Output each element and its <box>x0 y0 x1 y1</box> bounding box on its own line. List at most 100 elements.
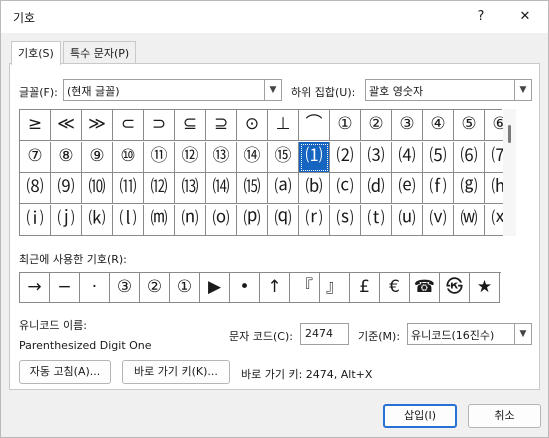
symbol-cell[interactable]: ⒰ <box>392 204 423 236</box>
recent-symbol-cell[interactable]: ↑ <box>260 273 290 303</box>
recent-symbol-cell[interactable]: ㉿ <box>440 273 470 303</box>
symbol-cell[interactable]: ⑿ <box>144 173 175 204</box>
recent-symbol-cell[interactable]: ① <box>170 273 200 303</box>
symbol-cell[interactable]: ⊥ <box>268 110 299 141</box>
help-button[interactable]: ? <box>462 1 500 33</box>
symbol-cell[interactable]: ⊇ <box>206 110 237 141</box>
subset-select[interactable]: 괄호 영숫자 ▼ <box>365 79 532 101</box>
chevron-down-icon[interactable]: ▼ <box>514 324 531 344</box>
symbol-cell[interactable]: ⑹ <box>454 141 485 173</box>
symbol-cell[interactable]: ⒮ <box>330 204 361 236</box>
basis-select[interactable]: 유니코드(16진수) ▼ <box>407 323 532 345</box>
symbol-cell[interactable]: ⒲ <box>454 204 485 236</box>
symbol-cell[interactable]: ⒁ <box>206 173 237 204</box>
symbol-cell[interactable]: ⑷ <box>392 141 423 173</box>
symbol-cell[interactable]: ⒫ <box>237 204 268 236</box>
symbol-cell[interactable]: ⒭ <box>299 204 330 236</box>
char-code-field[interactable]: 2474 <box>300 323 349 345</box>
recent-symbol-cell[interactable]: ② <box>140 273 170 303</box>
shortcut-key-button[interactable]: 바로 가기 키(K)... <box>122 360 230 384</box>
char-code-label: 문자 코드(C): <box>229 330 293 343</box>
symbol-cell[interactable]: ⒂ <box>237 173 268 204</box>
symbol-cell[interactable]: ⑽ <box>82 173 113 204</box>
symbol-cell[interactable]: ⒯ <box>361 204 392 236</box>
symbol-cell[interactable]: ⒦ <box>82 204 113 236</box>
symbol-grid: ≥ ≪ ≫ ⊂ ⊃ ⊆ ⊇ ⊙ ⊥ ⌒ ① ② ③ ④ ⑤ ⑥ ⑦ ⑧ ⑨ ⑩ ⑪ ⑫ ⑬ ⑭ ⑮ ⑴ ⑵ ⑶ ⑷ ⑸ ⑹ ⑺ ⑻ ⑼ ⑽ ⑾ ⑿ ⒀ ⒁ ⒂… <box>19 109 516 236</box>
symbol-cell[interactable]: ⑶ <box>361 141 392 173</box>
font-label: 글꼴(F): <box>19 86 58 99</box>
symbol-cell[interactable]: ⊆ <box>175 110 206 141</box>
symbol-cell[interactable]: ⑮ <box>268 141 299 173</box>
symbol-cell[interactable]: ⊙ <box>237 110 268 141</box>
symbol-cell[interactable]: ⒪ <box>206 204 237 236</box>
symbol-cell[interactable]: ⑦ <box>20 141 51 173</box>
symbol-cell[interactable]: ⒞ <box>330 173 361 204</box>
symbol-cell[interactable]: ⒠ <box>392 173 423 204</box>
symbol-cell[interactable]: ⒜ <box>268 173 299 204</box>
symbol-cell[interactable]: ⒢ <box>454 173 485 204</box>
symbol-cell[interactable]: ⒩ <box>175 204 206 236</box>
symbol-cell[interactable]: ≥ <box>20 110 51 141</box>
symbol-cell[interactable]: ⌒ <box>299 110 330 141</box>
dialog-title: 기호 <box>13 11 36 25</box>
symbol-cell[interactable]: ≪ <box>51 110 82 141</box>
symbol-cell[interactable]: ⒨ <box>144 204 175 236</box>
symbol-cell[interactable]: ⑫ <box>175 141 206 173</box>
recent-symbol-cell[interactable]: ▶ <box>200 273 230 303</box>
recent-symbol-cell[interactable]: 『 <box>290 273 320 303</box>
close-button[interactable]: ✕ <box>506 1 544 33</box>
symbol-cell[interactable]: ⊃ <box>144 110 175 141</box>
symbol-cell[interactable]: ① <box>330 110 361 141</box>
symbol-cell[interactable]: ⑸ <box>423 141 454 173</box>
symbol-cell[interactable]: ⑪ <box>144 141 175 173</box>
symbol-cell[interactable]: ⒱ <box>423 204 454 236</box>
symbol-grid-scrollbar[interactable] <box>503 109 516 236</box>
title-bar: 기호 ? ✕ <box>1 1 548 33</box>
recent-symbols-label: 최근에 사용한 기호(R): <box>19 253 127 266</box>
recent-symbol-cell[interactable]: → <box>20 273 50 303</box>
recent-symbol-cell[interactable]: ☎ <box>410 273 440 303</box>
chevron-down-icon[interactable]: ▼ <box>514 80 531 100</box>
symbol-cell[interactable]: ⒧ <box>113 204 144 236</box>
insert-button[interactable]: 삽입(I) <box>383 404 457 428</box>
symbol-cell[interactable]: ⒬ <box>268 204 299 236</box>
recent-symbol-cell[interactable]: • <box>230 273 260 303</box>
cancel-button[interactable]: 취소 <box>468 404 541 428</box>
symbol-cell[interactable]: ⑵ <box>330 141 361 173</box>
recent-symbol-cell[interactable]: ③ <box>110 273 140 303</box>
recent-symbol-cell[interactable]: · <box>80 273 110 303</box>
symbol-cell[interactable]: ④ <box>423 110 454 141</box>
symbol-cell[interactable]: ⑨ <box>82 141 113 173</box>
symbol-cell[interactable]: ⑼ <box>51 173 82 204</box>
recent-symbol-cell[interactable]: € <box>380 273 410 303</box>
scrollbar-thumb[interactable] <box>508 125 511 143</box>
symbol-cell[interactable]: ⑩ <box>113 141 144 173</box>
symbol-cell[interactable]: ⑾ <box>113 173 144 204</box>
tab-symbols[interactable]: 기호(S) <box>11 41 61 65</box>
recent-symbol-cell[interactable]: ★ <box>470 273 500 303</box>
symbol-cell[interactable]: ⒥ <box>51 204 82 236</box>
symbol-cell[interactable]: ⑤ <box>454 110 485 141</box>
symbol-cell[interactable]: ⑻ <box>20 173 51 204</box>
autocorrect-button[interactable]: 자동 고침(A)... <box>19 360 111 384</box>
font-select[interactable]: (현재 글꼴) ▼ <box>63 79 282 101</box>
chevron-down-icon[interactable]: ▼ <box>264 80 281 100</box>
symbol-cell[interactable]: ⒡ <box>423 173 454 204</box>
symbol-cell[interactable]: ⒤ <box>20 204 51 236</box>
symbol-cell[interactable]: ⑬ <box>206 141 237 173</box>
tab-special-characters[interactable]: 특수 문자(P) <box>63 41 137 63</box>
recent-symbol-cell[interactable]: £ <box>350 273 380 303</box>
symbol-cell[interactable]: ⑧ <box>51 141 82 173</box>
recent-symbol-cell[interactable]: − <box>50 273 80 303</box>
symbol-cell[interactable]: ≫ <box>82 110 113 141</box>
recent-symbol-cell[interactable]: 』 <box>320 273 350 303</box>
symbol-cell[interactable]: ⒝ <box>299 173 330 204</box>
symbol-cell[interactable]: ⒀ <box>175 173 206 204</box>
symbol-cell[interactable]: ⑴ <box>299 141 330 173</box>
symbol-cell[interactable]: ② <box>361 110 392 141</box>
symbol-cell[interactable]: ⒟ <box>361 173 392 204</box>
symbol-cell[interactable]: ③ <box>392 110 423 141</box>
symbol-cell[interactable]: ⑭ <box>237 141 268 173</box>
symbol-cell[interactable]: ⊂ <box>113 110 144 141</box>
unicode-name-label: 유니코드 이름: <box>19 319 87 332</box>
